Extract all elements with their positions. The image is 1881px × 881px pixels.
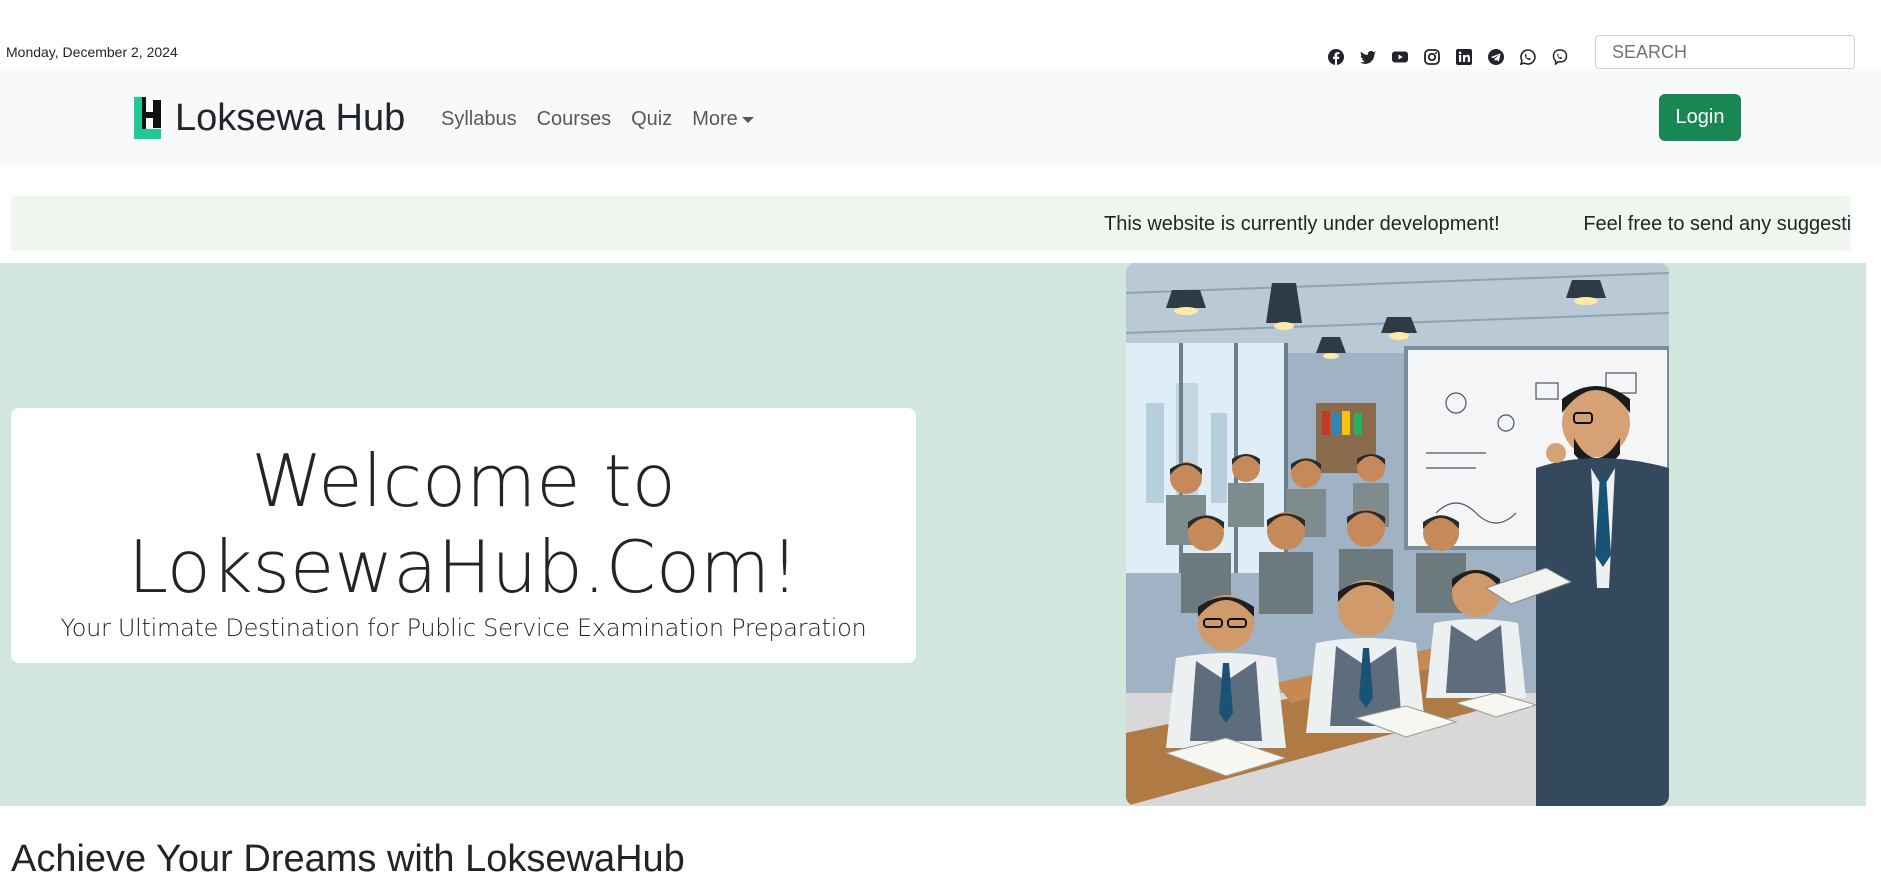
instagram-icon[interactable] bbox=[1416, 48, 1448, 66]
brand-link[interactable]: Loksewa Hub bbox=[134, 97, 405, 139]
current-date: Monday, December 2, 2024 bbox=[6, 44, 178, 60]
main-navbar: Loksewa Hub Syllabus Courses Quiz More L… bbox=[0, 69, 1881, 166]
search-input[interactable] bbox=[1595, 35, 1855, 69]
nav-more-dropdown[interactable]: More bbox=[692, 106, 754, 132]
ticker-message: This website is currently under developm… bbox=[1104, 213, 1500, 235]
youtube-icon[interactable] bbox=[1384, 48, 1416, 66]
welcome-title: Welcome to LoksewaHub.Com! bbox=[11, 438, 916, 610]
ticker-track: This website is currently under developm… bbox=[1104, 213, 1851, 236]
welcome-title-line2: LoksewaHub.Com! bbox=[127, 525, 800, 609]
nav-links: Syllabus Courses Quiz More bbox=[441, 106, 754, 132]
facebook-icon[interactable] bbox=[1320, 48, 1352, 66]
ticker-message: Feel free to send any suggestic bbox=[1583, 213, 1851, 235]
login-button[interactable]: Login bbox=[1659, 94, 1741, 141]
loksewa-hub-logo-icon bbox=[134, 97, 161, 139]
whatsapp-icon[interactable] bbox=[1512, 48, 1544, 66]
brand-name: Loksewa Hub bbox=[175, 97, 406, 139]
telegram-icon[interactable] bbox=[1480, 48, 1512, 66]
section-heading: Achieve Your Dreams with LoksewaHub bbox=[11, 838, 685, 880]
twitter-icon[interactable] bbox=[1352, 48, 1384, 66]
welcome-subtitle: Your Ultimate Destination for Public Ser… bbox=[60, 614, 867, 642]
linkedin-icon[interactable] bbox=[1448, 48, 1480, 66]
announcement-ticker: This website is currently under developm… bbox=[11, 196, 1851, 251]
caret-down-icon bbox=[741, 116, 754, 123]
welcome-card: Welcome to LoksewaHub.Com! Your Ultimate… bbox=[11, 408, 916, 663]
nav-quiz[interactable]: Quiz bbox=[631, 106, 672, 132]
nav-more-label: More bbox=[692, 108, 738, 130]
top-bar: Monday, December 2, 2024 bbox=[0, 0, 1881, 69]
classroom-illustration bbox=[1126, 263, 1669, 806]
welcome-title-line1: Welcome to bbox=[251, 439, 676, 523]
nav-syllabus[interactable]: Syllabus bbox=[441, 106, 517, 132]
viber-icon[interactable] bbox=[1544, 48, 1576, 66]
nav-courses[interactable]: Courses bbox=[537, 106, 611, 132]
hero-section: Welcome to LoksewaHub.Com! Your Ultimate… bbox=[0, 263, 1866, 806]
social-links bbox=[1320, 48, 1576, 66]
